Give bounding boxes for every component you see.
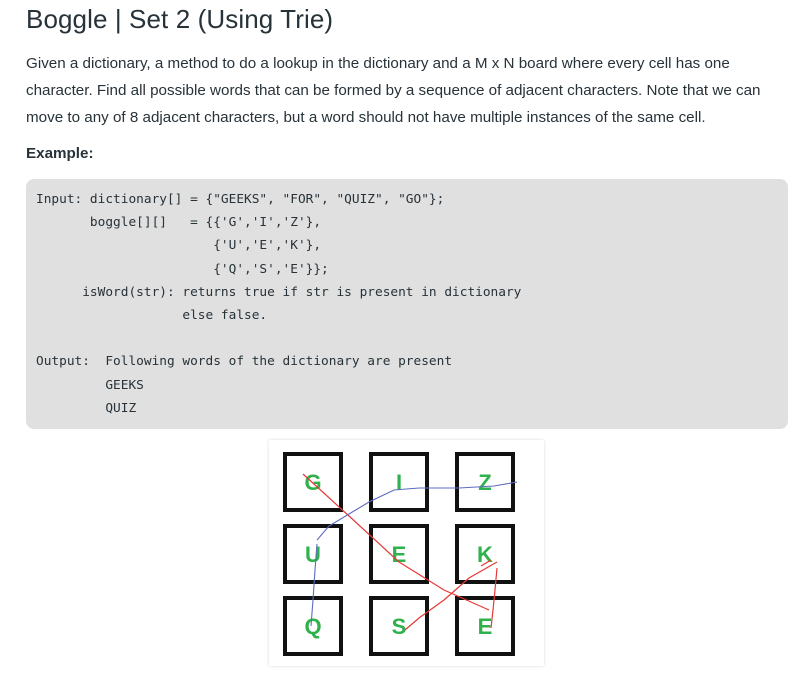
code-line-output: Output: Following words of the dictionar… bbox=[36, 354, 453, 370]
page-title: Boggle | Set 2 (Using Trie) bbox=[26, 4, 334, 34]
board-cell-letter: E bbox=[392, 542, 407, 567]
example-heading: Example: bbox=[26, 145, 94, 162]
code-line-output-quiz: QUIZ bbox=[36, 400, 137, 416]
code-block: Input: dictionary[] = {"GEEKS", "FOR", "… bbox=[26, 179, 788, 429]
code-line-boggle-row-2: {'U','E','K'}, bbox=[36, 238, 322, 254]
code-line-else: else false. bbox=[36, 308, 268, 324]
board-cell-letter: S bbox=[392, 614, 407, 639]
problem-description: Given a dictionary, a method to do a loo… bbox=[26, 55, 761, 126]
code-line-boggle: boggle[][] = {{'G','I','Z'}, bbox=[36, 215, 322, 231]
code-line-input: Input: dictionary[] = {"GEEKS", "FOR", "… bbox=[36, 192, 445, 207]
code-line-isword: isWord(str): returns true if str is pres… bbox=[36, 284, 522, 300]
board-cell-letter: Q bbox=[304, 614, 321, 639]
code-line-boggle-row-3: {'Q','S','E'}}; bbox=[36, 261, 329, 277]
code-text: Input: dictionary[] = {"GEEKS", "FOR", "… bbox=[36, 188, 521, 420]
boggle-board-figure: GIZUEKQSE bbox=[269, 440, 544, 666]
board-cell-letter: Z bbox=[478, 470, 491, 495]
boggle-board-diagram: G I ZU E KQ S E bbox=[283, 452, 518, 656]
board-cell-letter: I bbox=[396, 470, 402, 495]
board-cell-letter: E bbox=[478, 614, 493, 639]
board-cell-letter: U bbox=[305, 542, 321, 567]
board-cells: G I ZU E KQ S E bbox=[283, 452, 515, 656]
code-line-output-geeks: GEEKS bbox=[36, 377, 144, 393]
